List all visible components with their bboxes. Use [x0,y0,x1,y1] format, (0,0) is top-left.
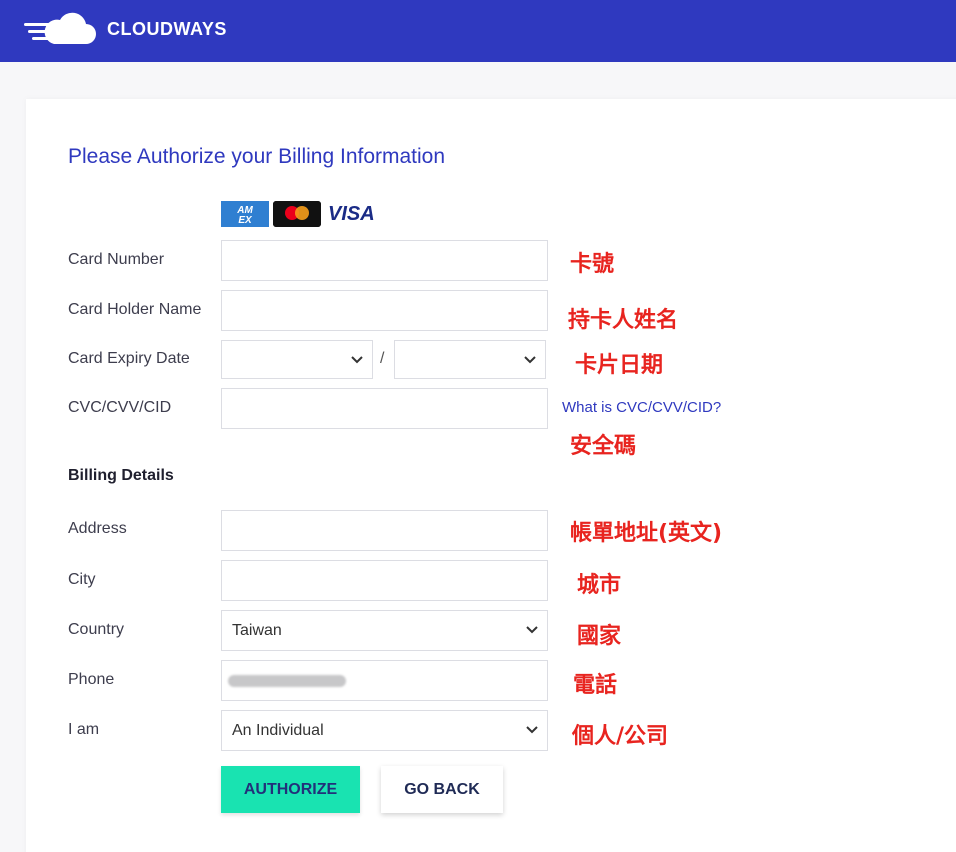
annotation-card-number: 卡號 [570,252,615,277]
iam-label: I am [68,721,100,738]
annotation-iam: 個人/公司 [572,724,669,749]
annotation-country: 國家 [577,624,622,649]
page-title: Please Authorize your Billing Informatio… [68,145,446,168]
address-label: Address [68,520,127,537]
billing-details-heading: Billing Details [68,467,174,484]
visa-icon: VISA [328,203,375,225]
chevron-down-icon [526,626,538,634]
phone-value-redacted [228,675,346,687]
phone-input[interactable] [221,660,548,701]
iam-select[interactable]: An Individual [221,710,548,751]
card-holder-input[interactable] [221,290,548,331]
cloudways-logo-icon[interactable] [24,10,98,50]
mastercard-icon [273,201,321,227]
annotation-city: 城市 [577,573,622,598]
annotation-phone: 電話 [573,673,618,698]
expiry-year-select[interactable] [394,340,546,379]
iam-value: An Individual [232,722,324,739]
phone-label: Phone [68,671,115,688]
expiry-label: Card Expiry Date [68,350,190,367]
annotation-address: 帳單地址(英文) [570,521,723,546]
expiry-month-select[interactable] [221,340,373,379]
country-value: Taiwan [232,622,282,639]
country-select[interactable]: Taiwan [221,610,548,651]
annotation-expiry: 卡片日期 [575,353,664,378]
annotation-cvc: 安全碼 [570,434,637,459]
card-holder-label: Card Holder Name [68,301,202,318]
card-number-input[interactable] [221,240,548,281]
city-input[interactable] [221,560,548,601]
country-label: Country [68,621,125,638]
authorize-button[interactable]: AUTHORIZE [221,766,360,813]
chevron-down-icon [351,356,363,364]
cvc-help-link[interactable]: What is CVC/CVV/CID? [562,399,721,416]
cvc-label: CVC/CVV/CID [68,399,172,416]
cvc-input[interactable] [221,388,548,429]
expiry-separator: / [380,350,385,367]
chevron-down-icon [526,726,538,734]
city-label: City [68,571,96,588]
annotation-card-holder: 持卡人姓名 [568,308,679,333]
svg-text:EX: EX [238,215,253,226]
address-input[interactable] [221,510,548,551]
go-back-button[interactable]: GO BACK [381,766,503,813]
brand-name: CLOUDWAYS [107,19,227,39]
card-number-label: Card Number [68,251,165,268]
amex-icon: AM EX [221,201,269,227]
chevron-down-icon [524,356,536,364]
top-bar: CLOUDWAYS [0,0,956,62]
